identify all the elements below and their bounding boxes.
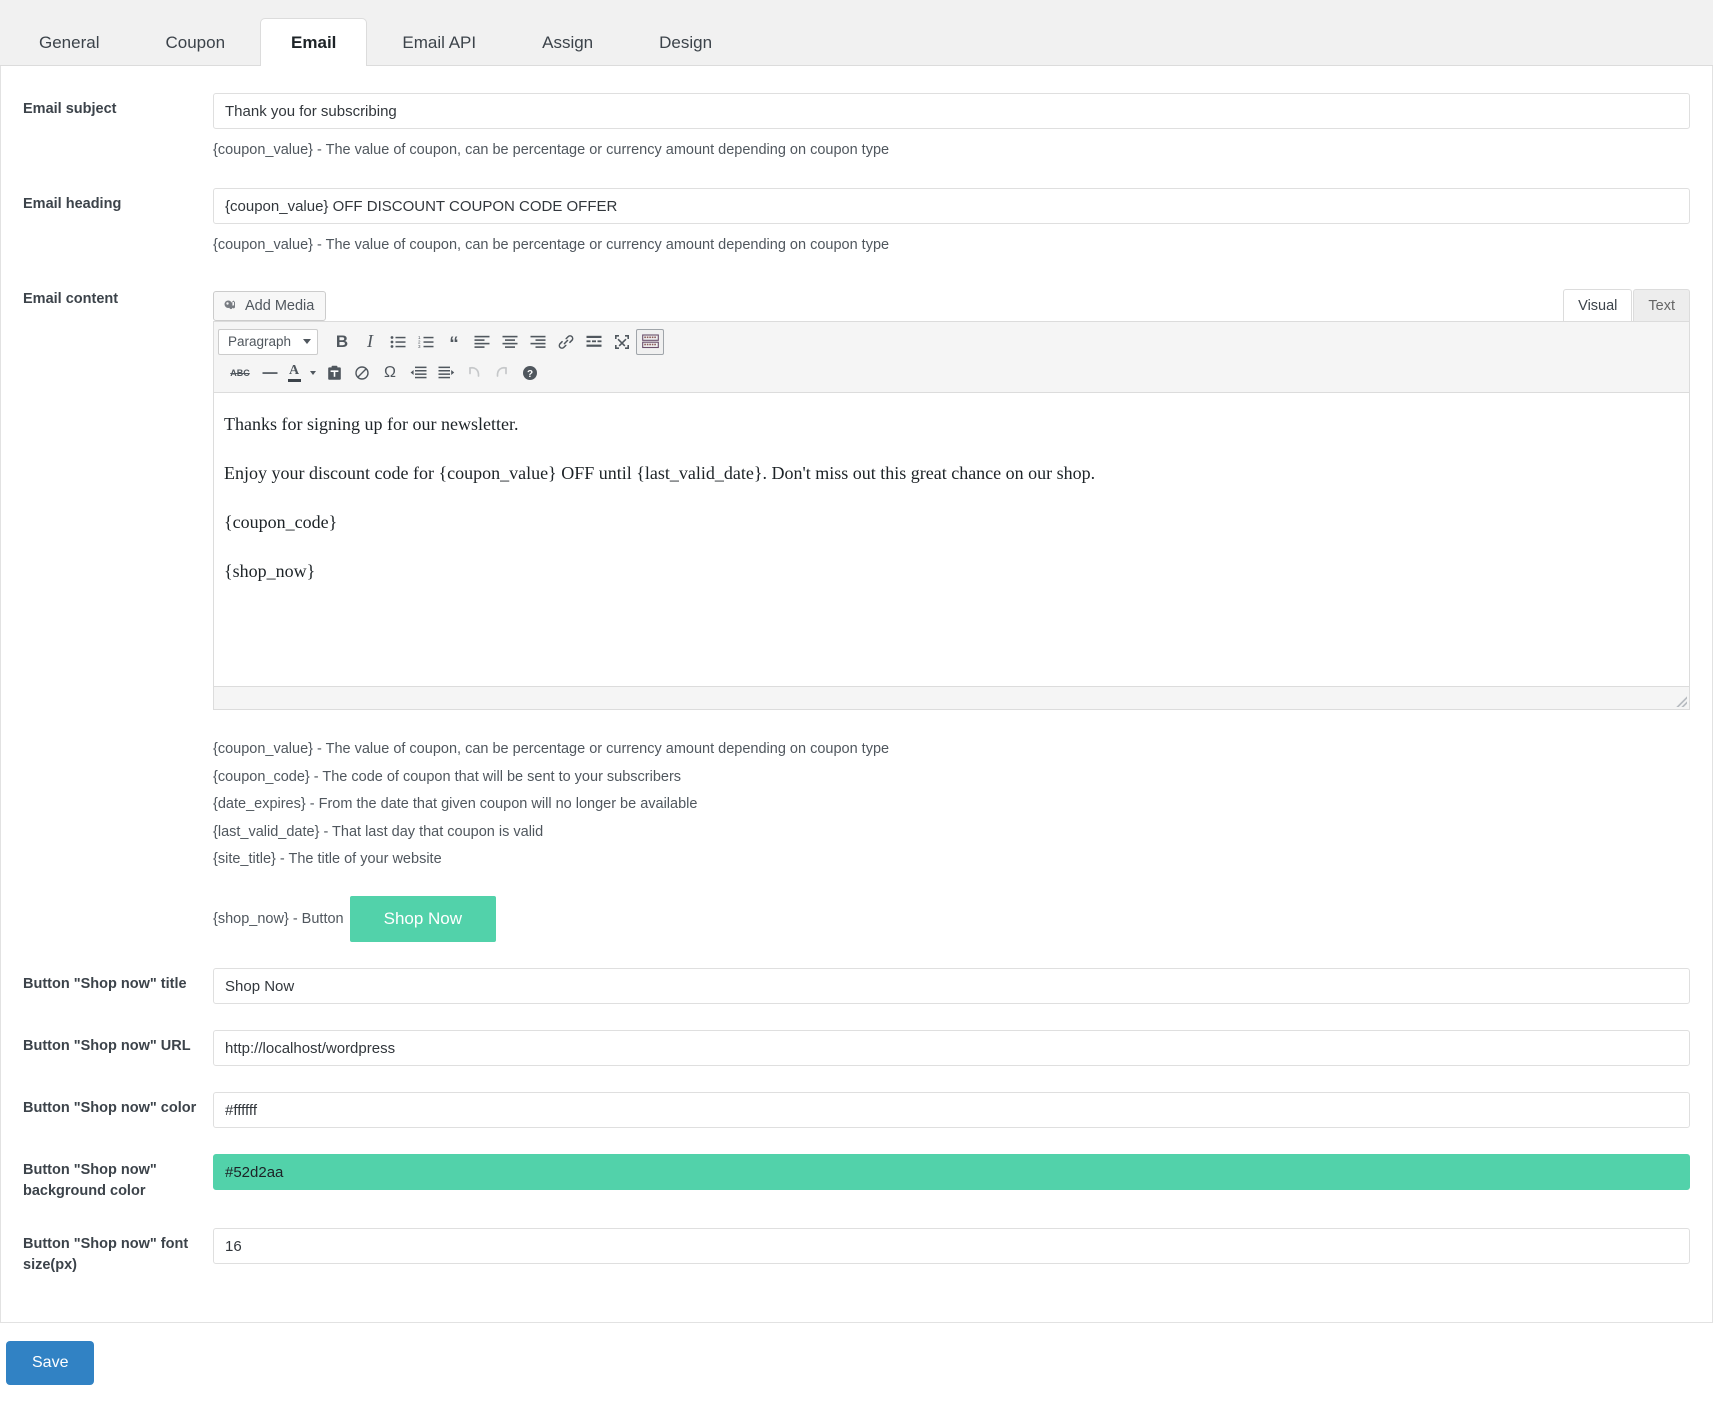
bulleted-list-icon[interactable]: [384, 329, 412, 355]
button-color-label: Button "Shop now" color: [23, 1092, 213, 1119]
clear-formatting-icon[interactable]: [348, 360, 376, 386]
email-heading-helper: {coupon_value} - The value of coupon, ca…: [213, 234, 1690, 257]
field-button-url: Button "Shop now" URL: [1, 1004, 1712, 1066]
editor-statusbar: [214, 686, 1689, 709]
shop-now-preview-button[interactable]: Shop Now: [350, 896, 496, 942]
field-email-content: Email content Add Media: [1, 257, 1712, 942]
add-media-icon: [223, 299, 238, 314]
variable-item: {site_title} - The title of your website: [213, 846, 1690, 873]
button-title-input[interactable]: [213, 968, 1690, 1004]
field-button-color: Button "Shop now" color: [1, 1066, 1712, 1128]
editor-toolbar: Paragraph B I 123: [214, 322, 1689, 393]
template-variables-list: {coupon_value} - The value of coupon, ca…: [213, 736, 1690, 873]
button-background-color-label: Button "Shop now" background color: [23, 1154, 213, 1202]
tab-coupon[interactable]: Coupon: [134, 18, 256, 66]
tab-design[interactable]: Design: [628, 18, 743, 66]
email-subject-label: Email subject: [23, 93, 213, 120]
text-color-icon[interactable]: A: [284, 360, 304, 386]
tab-general[interactable]: General: [8, 18, 130, 66]
text-color-chevron-down-icon[interactable]: [304, 360, 320, 386]
increase-indent-icon[interactable]: [432, 360, 460, 386]
decrease-indent-icon[interactable]: [404, 360, 432, 386]
button-font-size-input[interactable]: [213, 1228, 1690, 1264]
chevron-down-icon: [303, 339, 311, 344]
shop-now-variable-label: {shop_now} - Button: [213, 911, 344, 927]
field-button-title: Button "Shop now" title: [1, 942, 1712, 1004]
settings-page: General Coupon Email Email API Assign De…: [0, 0, 1713, 1403]
strikethrough-icon[interactable]: ABC: [224, 360, 256, 386]
variable-item: {coupon_code} - The code of coupon that …: [213, 764, 1690, 791]
editor-mode-tabs: Visual Text: [1562, 289, 1690, 322]
blockquote-icon[interactable]: “: [440, 329, 468, 355]
read-more-icon[interactable]: [580, 329, 608, 355]
email-content-label: Email content: [23, 283, 213, 310]
align-center-icon[interactable]: [496, 329, 524, 355]
variable-item: {last_valid_date} - That last day that c…: [213, 819, 1690, 846]
form-actions: Save: [0, 1323, 1713, 1385]
editor-tab-text[interactable]: Text: [1633, 289, 1690, 322]
editor-paragraph: Enjoy your discount code for {coupon_val…: [224, 460, 1679, 487]
editor-topbar: Add Media Visual Text: [213, 283, 1690, 321]
field-email-subject: Email subject {coupon_value} - The value…: [1, 66, 1712, 162]
undo-icon[interactable]: [460, 360, 488, 386]
keyboard-shortcuts-icon[interactable]: ?: [516, 360, 544, 386]
svg-text:?: ?: [527, 369, 533, 380]
editor-paragraph: Thanks for signing up for our newsletter…: [224, 411, 1679, 438]
email-subject-input[interactable]: [213, 93, 1690, 129]
variable-item: {date_expires} - From the date that give…: [213, 791, 1690, 818]
email-subject-helper: {coupon_value} - The value of coupon, ca…: [213, 139, 1690, 162]
editor-box: Paragraph B I 123: [213, 321, 1690, 710]
add-media-button[interactable]: Add Media: [213, 291, 326, 321]
horizontal-rule-icon[interactable]: [256, 360, 284, 386]
bold-icon[interactable]: B: [328, 329, 356, 355]
align-left-icon[interactable]: [468, 329, 496, 355]
align-right-icon[interactable]: [524, 329, 552, 355]
button-url-input[interactable]: [213, 1030, 1690, 1066]
editor-content-area[interactable]: Thanks for signing up for our newsletter…: [214, 393, 1689, 686]
add-media-label: Add Media: [245, 298, 314, 314]
fullscreen-icon[interactable]: [608, 329, 636, 355]
special-character-icon[interactable]: Ω: [376, 360, 404, 386]
format-select[interactable]: Paragraph: [218, 329, 318, 355]
editor-tab-visual[interactable]: Visual: [1563, 289, 1632, 322]
editor-paragraph: {coupon_code}: [224, 509, 1679, 536]
editor-toolbar-row-2: ABC A: [218, 357, 1685, 388]
tab-email-api[interactable]: Email API: [371, 18, 507, 66]
save-button[interactable]: Save: [6, 1341, 94, 1385]
format-select-value: Paragraph: [228, 334, 291, 349]
button-font-size-label: Button "Shop now" font size(px): [23, 1228, 213, 1276]
field-button-background-color: Button "Shop now" background color: [1, 1128, 1712, 1202]
email-heading-input[interactable]: [213, 188, 1690, 224]
editor-toolbar-row-1: Paragraph B I 123: [218, 326, 1685, 357]
italic-icon[interactable]: I: [356, 329, 384, 355]
tab-assign[interactable]: Assign: [511, 18, 624, 66]
paste-as-text-icon[interactable]: [320, 360, 348, 386]
editor-paragraph: {shop_now}: [224, 558, 1679, 585]
redo-icon[interactable]: [488, 360, 516, 386]
shop-now-variable-row: {shop_now} - Button Shop Now: [213, 896, 1690, 942]
email-settings-panel: Email subject {coupon_value} - The value…: [0, 66, 1713, 1323]
svg-text:3: 3: [418, 344, 421, 349]
variable-item: {coupon_value} - The value of coupon, ca…: [213, 736, 1690, 763]
field-button-font-size: Button "Shop now" font size(px): [1, 1202, 1712, 1276]
button-title-label: Button "Shop now" title: [23, 968, 213, 995]
text-color-swatch: [288, 379, 301, 382]
wp-editor: Add Media Visual Text Paragrap: [213, 283, 1690, 710]
editor-resize-handle[interactable]: [1673, 693, 1687, 707]
field-email-heading: Email heading {coupon_value} - The value…: [1, 162, 1712, 257]
button-url-label: Button "Shop now" URL: [23, 1030, 213, 1057]
numbered-list-icon[interactable]: 123: [412, 329, 440, 355]
settings-tabbar: General Coupon Email Email API Assign De…: [0, 0, 1713, 66]
email-heading-label: Email heading: [23, 188, 213, 215]
button-background-color-input[interactable]: [213, 1154, 1690, 1190]
button-color-input[interactable]: [213, 1092, 1690, 1128]
insert-link-icon[interactable]: [552, 329, 580, 355]
toolbar-toggle-icon[interactable]: [636, 329, 664, 355]
tab-email[interactable]: Email: [260, 18, 367, 66]
